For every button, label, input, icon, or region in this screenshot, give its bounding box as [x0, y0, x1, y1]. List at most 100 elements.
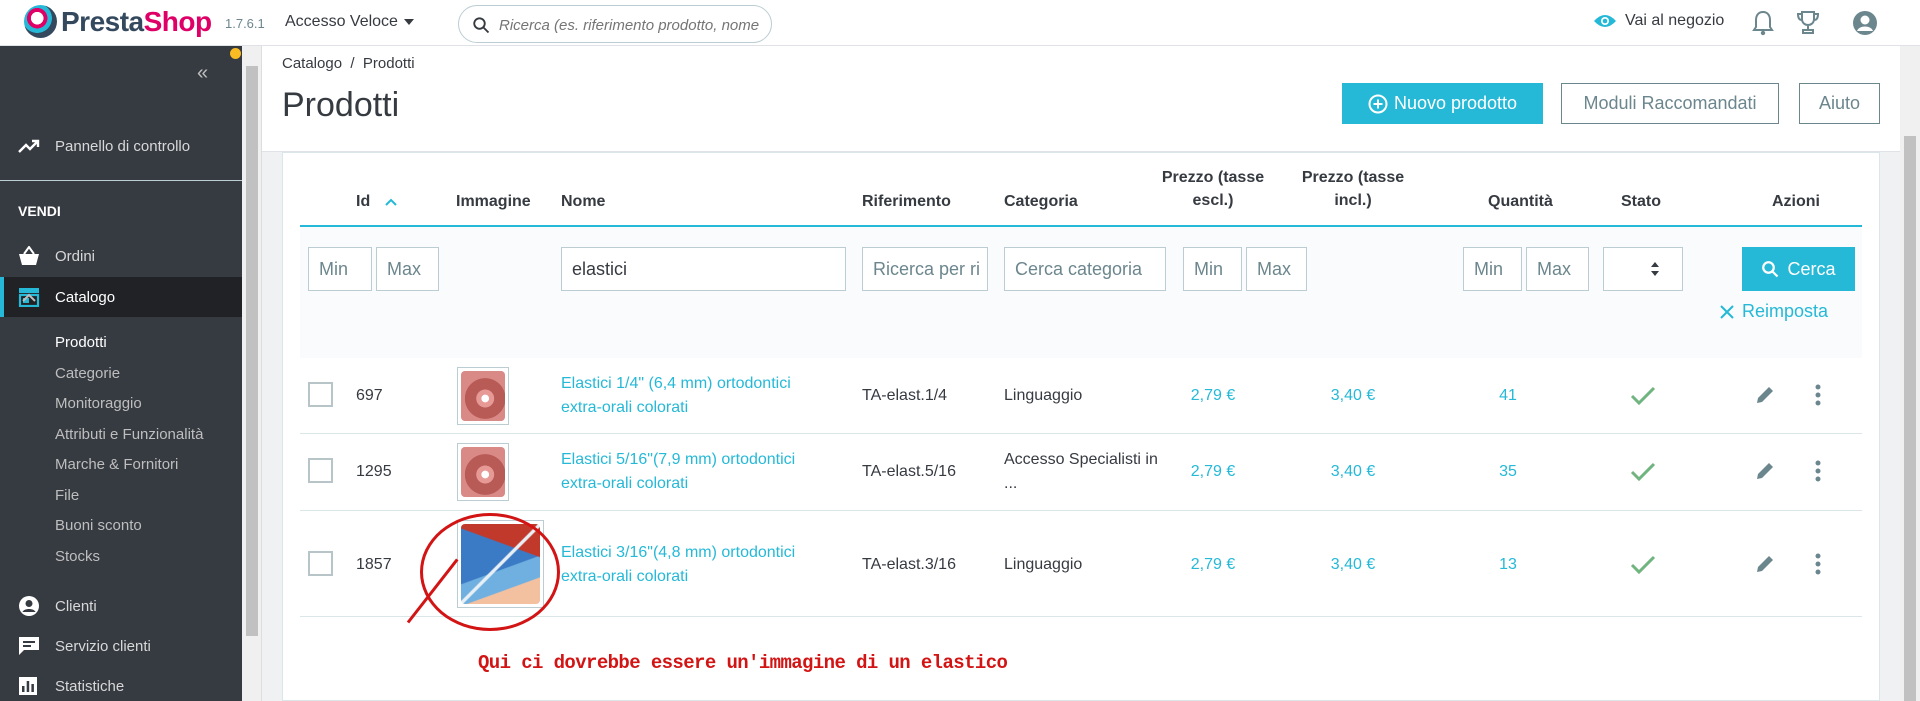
sidebar-item-orders[interactable]: Ordini	[0, 236, 242, 276]
row-checkbox[interactable]	[308, 382, 333, 407]
bell-icon[interactable]	[1752, 10, 1774, 36]
edit-pencil-icon[interactable]	[1755, 385, 1775, 405]
column-header-price-incl[interactable]: Prezzo (tasse incl.)	[1283, 166, 1423, 212]
filter-name-input[interactable]: elastici	[561, 247, 846, 291]
logo-text: PrestaShop	[61, 6, 212, 38]
new-product-button[interactable]: Nuovo prodotto	[1342, 83, 1543, 124]
more-options-icon[interactable]	[1815, 384, 1821, 406]
product-id: 697	[356, 387, 383, 404]
sidebar-section-sell: VENDI	[18, 203, 61, 219]
sidebar-subitem-brands[interactable]: Marche & Fornitori	[55, 456, 178, 473]
column-header-category[interactable]: Categoria	[1004, 190, 1078, 213]
product-category: Accesso Specialisti in ...	[1004, 448, 1158, 496]
table-row[interactable]: 697 Elastici 1/4" (6,4 mm) ortodontici e…	[300, 358, 1862, 434]
column-header-name[interactable]: Nome	[561, 190, 605, 213]
product-quantity[interactable]: 13	[1468, 553, 1548, 577]
product-quantity[interactable]: 41	[1468, 384, 1548, 408]
collapse-sidebar-icon[interactable]: «	[197, 62, 208, 85]
product-name-line1: Elastici 3/16"(4,8 mm) ortodontici	[561, 544, 796, 561]
annotation-text: Qui ci dovrebbe essere un'immagine di un…	[478, 652, 1008, 674]
check-icon[interactable]	[1630, 386, 1656, 406]
edit-pencil-icon[interactable]	[1755, 461, 1775, 481]
sidebar-subitem-products[interactable]: Prodotti	[55, 334, 107, 351]
product-id: 1295	[356, 463, 392, 480]
search-icon	[1762, 261, 1779, 278]
product-price-incl[interactable]: 3,40 €	[1283, 384, 1423, 408]
sidebar-subitem-files[interactable]: File	[55, 487, 79, 504]
logo-text-shop: Shop	[143, 5, 213, 37]
user-account-icon[interactable]	[1852, 10, 1878, 36]
sidebar-subitem-vouchers[interactable]: Buoni sconto	[55, 517, 142, 534]
check-icon[interactable]	[1630, 555, 1656, 575]
scrollbar-thumb[interactable]	[1904, 136, 1916, 701]
sidebar: « Pannello di controllo VENDI Ordini Cat…	[0, 46, 242, 701]
column-header-status[interactable]: Stato	[1621, 190, 1661, 213]
product-price-excl[interactable]: 2,79 €	[1143, 460, 1283, 484]
sidebar-item-label: Ordini	[55, 247, 96, 265]
page-title: Prodotti	[282, 86, 400, 124]
check-icon[interactable]	[1630, 462, 1656, 482]
product-image	[461, 371, 505, 421]
column-header-reference[interactable]: Riferimento	[862, 190, 951, 213]
filter-id-max[interactable]: Max	[376, 247, 439, 291]
filter-reset-link[interactable]: Reimposta	[1720, 301, 1828, 322]
table-row[interactable]: 1295 Elastici 5/16"(7,9 mm) ortodontici …	[300, 434, 1862, 511]
column-header-price-excl[interactable]: Prezzo (tasse escl.)	[1143, 166, 1283, 212]
product-name-line1: Elastici 5/16"(7,9 mm) ortodontici	[561, 451, 796, 468]
quick-access-label: Accesso Veloce	[285, 13, 398, 30]
prestashop-logo[interactable]: PrestaShop	[24, 5, 212, 38]
quick-access-dropdown[interactable]: Accesso Veloce	[285, 13, 414, 31]
sidebar-scrollbar[interactable]	[242, 46, 262, 701]
filter-category-input[interactable]: Cerca categoria	[1004, 247, 1166, 291]
column-header-id[interactable]: Id	[356, 190, 397, 213]
help-button[interactable]: Aiuto	[1799, 83, 1880, 124]
more-options-icon[interactable]	[1815, 460, 1821, 482]
sidebar-subitem-attributes[interactable]: Attributi e Funzionalità	[55, 426, 203, 443]
product-category: Linguaggio	[1004, 387, 1083, 404]
column-header-price-incl-line1: Prezzo (tasse	[1301, 169, 1405, 186]
breadcrumb[interactable]: Catalogo / Prodotti	[282, 55, 415, 72]
edit-pencil-icon[interactable]	[1755, 554, 1775, 574]
page-scrollbar[interactable]	[1900, 46, 1920, 701]
sidebar-subitem-categories[interactable]: Categorie	[55, 365, 120, 382]
sidebar-divider	[0, 180, 242, 181]
column-header-price-incl-line2: incl.)	[1334, 192, 1372, 209]
filter-quantity-max[interactable]: Max	[1526, 247, 1589, 291]
sidebar-item-customer-service[interactable]: Servizio clienti	[0, 626, 242, 666]
product-name-link[interactable]: Elastici 1/4" (6,4 mm) ortodontici extra…	[561, 372, 791, 420]
row-checkbox[interactable]	[308, 458, 333, 483]
product-thumbnail[interactable]	[457, 443, 509, 501]
product-price-incl[interactable]: 3,40 €	[1283, 553, 1423, 577]
product-price-excl[interactable]: 2,79 €	[1143, 553, 1283, 577]
chevron-up-icon	[22, 293, 36, 302]
sidebar-subitem-stocks[interactable]: Stocks	[55, 548, 100, 565]
filter-reference-input[interactable]: Ricerca per ri	[862, 247, 988, 291]
sidebar-item-dashboard[interactable]: Pannello di controllo	[0, 126, 242, 166]
row-checkbox[interactable]	[308, 551, 333, 576]
column-header-quantity[interactable]: Quantità	[1488, 190, 1553, 213]
header-search-input[interactable]	[499, 14, 764, 36]
filter-status-select[interactable]	[1603, 247, 1683, 291]
sidebar-item-catalog[interactable]: Catalogo	[0, 277, 242, 317]
product-price-incl[interactable]: 3,40 €	[1283, 460, 1423, 484]
filter-price-min[interactable]: Min	[1183, 247, 1242, 291]
product-quantity[interactable]: 35	[1468, 460, 1548, 484]
filter-quantity-min[interactable]: Min	[1463, 247, 1522, 291]
sidebar-item-stats[interactable]: Statistiche	[0, 666, 242, 701]
more-options-icon[interactable]	[1815, 553, 1821, 575]
product-name-link[interactable]: Elastici 3/16"(4,8 mm) ortodontici extra…	[561, 541, 795, 589]
trophy-icon[interactable]	[1796, 10, 1820, 36]
view-shop-link[interactable]: Vai al negozio	[1593, 12, 1724, 30]
recommended-modules-button[interactable]: Moduli Raccomandati	[1561, 83, 1779, 124]
header-search[interactable]	[458, 5, 772, 43]
product-price-excl[interactable]: 2,79 €	[1143, 384, 1283, 408]
product-thumbnail[interactable]	[457, 367, 509, 425]
product-name-link[interactable]: Elastici 5/16"(7,9 mm) ortodontici extra…	[561, 448, 795, 496]
filter-search-button[interactable]: Cerca	[1742, 247, 1855, 291]
filter-price-max[interactable]: Max	[1246, 247, 1307, 291]
sidebar-item-customers[interactable]: Clienti	[0, 586, 242, 626]
filter-id-min[interactable]: Min	[308, 247, 372, 291]
product-name-line1: Elastici 1/4" (6,4 mm) ortodontici	[561, 375, 791, 392]
scrollbar-thumb[interactable]	[246, 66, 258, 636]
sidebar-subitem-monitoring[interactable]: Monitoraggio	[55, 395, 142, 412]
